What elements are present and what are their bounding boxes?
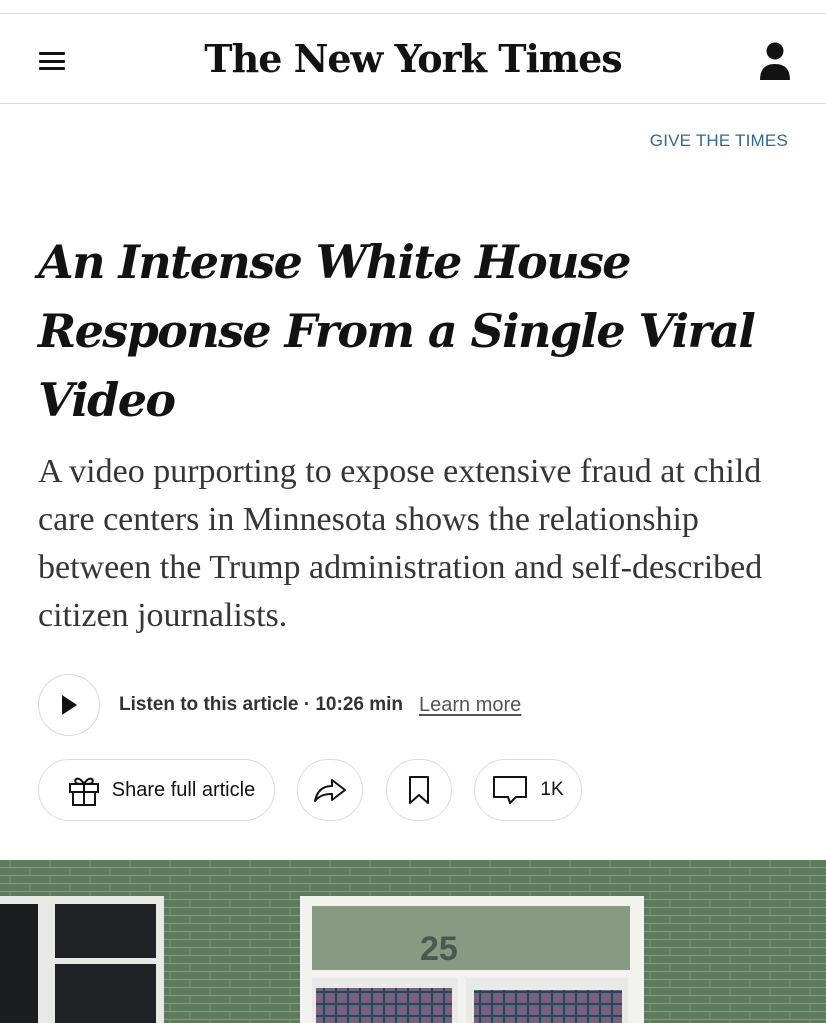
hamburger-menu-icon[interactable] <box>38 51 66 71</box>
comments-count: 1K <box>540 779 564 800</box>
headline-line: Video <box>38 373 176 427</box>
save-button[interactable] <box>386 759 452 821</box>
masthead: The New York Times <box>0 14 826 104</box>
gift-icon <box>68 777 99 806</box>
listen-label: Listen to this article · 10:26 min <box>119 694 404 715</box>
comments-button[interactable]: 1K <box>474 759 582 821</box>
share-full-article-button[interactable]: Share full article <box>38 759 275 821</box>
headline-line: Response From a Single Viral <box>38 304 756 358</box>
article-headline: An Intense White House Response From a S… <box>38 228 798 435</box>
give-the-times-link[interactable]: GIVE THE TIMES <box>650 131 788 151</box>
learn-more-link[interactable]: Learn more <box>419 694 521 717</box>
share-full-article-label: Share full article <box>111 778 256 801</box>
article-summary: A video purporting to expose extensive f… <box>38 453 763 634</box>
play-icon <box>62 695 77 715</box>
door-number: 25 <box>420 930 458 968</box>
hero-image: 25 <box>0 860 826 1023</box>
nyt-logo[interactable]: The New York Times <box>200 36 626 81</box>
comment-icon <box>493 776 528 804</box>
play-button[interactable] <box>38 674 100 736</box>
share-arrow-icon <box>314 779 346 802</box>
audio-player: Listen to this article · 10:26 min Learn… <box>38 674 521 736</box>
share-button[interactable] <box>297 759 363 821</box>
bookmark-icon <box>409 776 429 804</box>
headline-line: An Intense White House <box>38 235 632 289</box>
user-account-icon[interactable] <box>755 40 795 82</box>
